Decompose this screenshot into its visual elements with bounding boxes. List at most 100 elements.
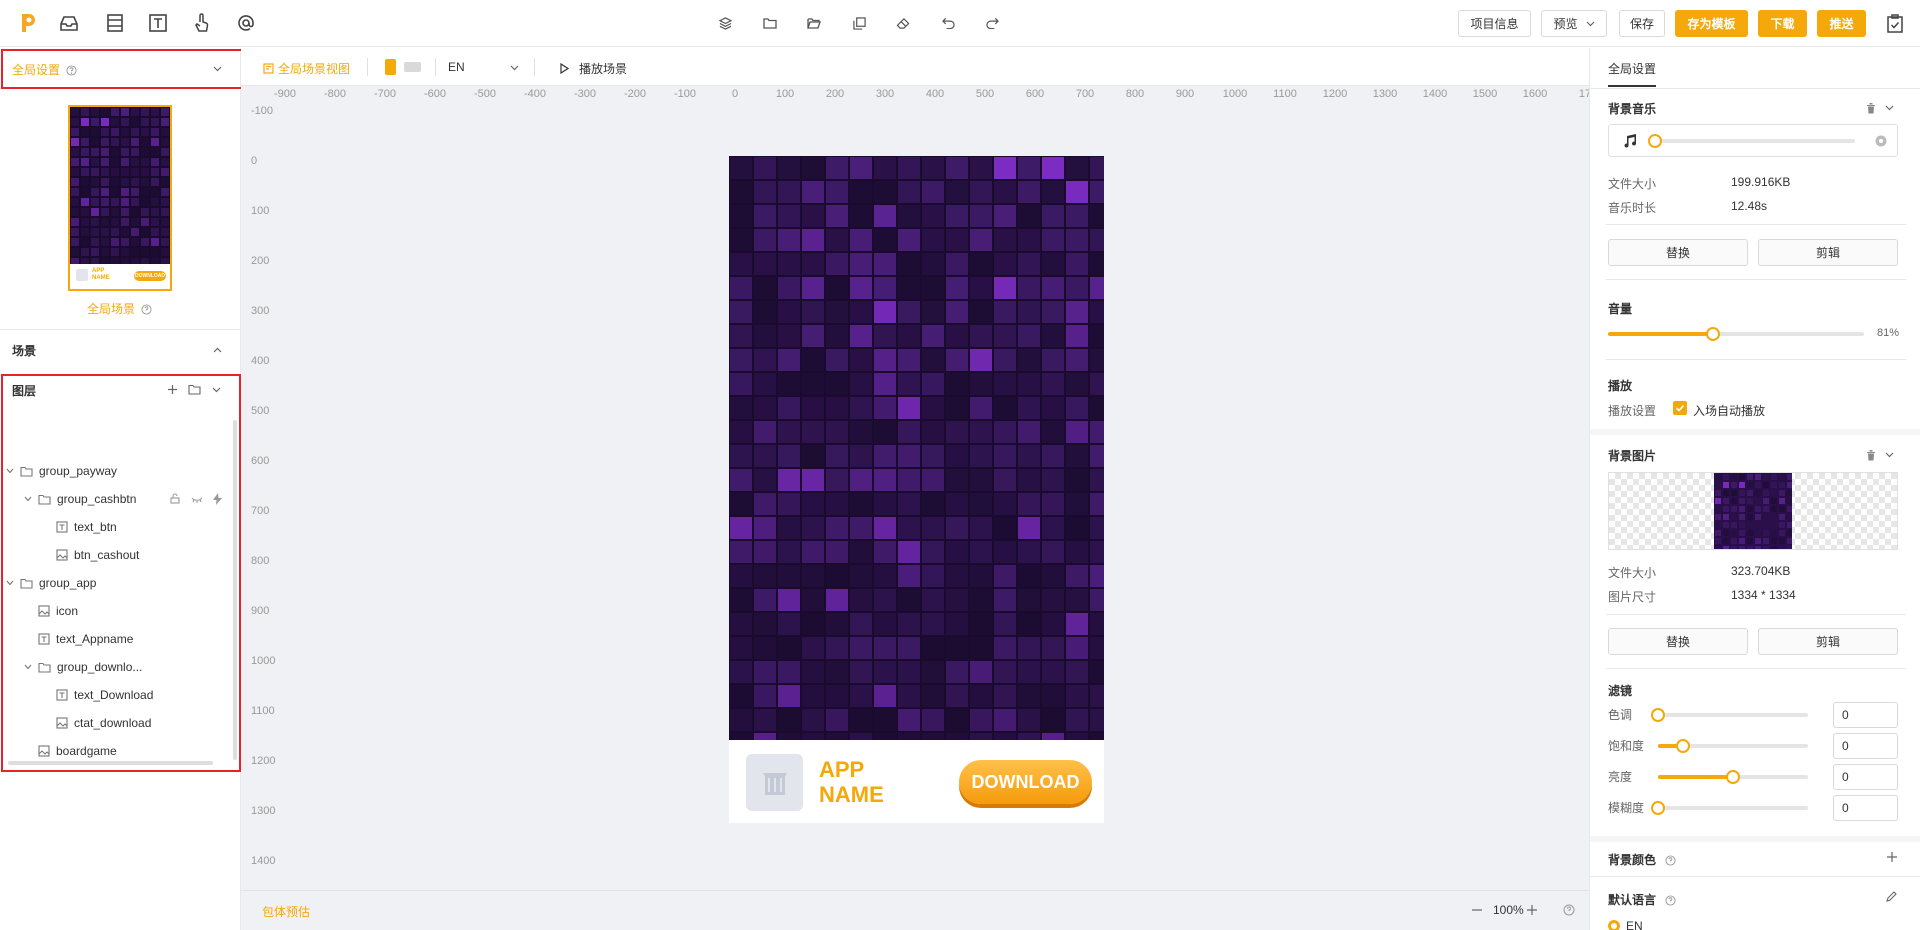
saturation-slider-knob[interactable] [1676,739,1690,753]
clipboard-check-icon[interactable] [1884,12,1906,34]
layout-icon[interactable] [104,12,126,34]
mosaic-tile [730,469,752,491]
color-orange-swatch[interactable] [385,59,396,75]
zoom-out-icon[interactable] [1472,909,1482,911]
hue-slider[interactable] [1651,708,1808,722]
tab-global-settings[interactable]: 全局设置 [1608,60,1656,77]
mosaic-tile [994,349,1016,371]
lock-icon[interactable] [170,493,180,507]
mosaic-tile [970,373,992,395]
music-progress[interactable] [1648,134,1855,148]
chevron-down-icon[interactable] [1885,105,1894,111]
save-template-button[interactable]: 存为模板 [1675,10,1748,37]
layer-item[interactable]: group_payway [6,461,117,481]
tree-h-scrollbar[interactable] [8,761,213,765]
lightning-icon[interactable] [213,493,222,508]
download-cta-button[interactable]: DOWNLOAD [959,760,1092,804]
mosaic-tile [1090,709,1104,731]
folder-open-icon[interactable] [806,15,822,31]
blur-slider-knob[interactable] [1651,801,1665,815]
download-button[interactable]: 下载 [1758,10,1807,37]
layers-icon[interactable] [717,15,733,31]
brightness-input[interactable]: 0 [1833,764,1898,790]
saturation-slider[interactable] [1658,739,1808,753]
push-button[interactable]: 推送 [1817,10,1866,37]
hand-icon[interactable] [191,12,213,34]
undo-icon[interactable] [940,15,956,31]
package-estimate-button[interactable]: 包体预估 [262,903,310,920]
mosaic-tile [1090,565,1104,587]
language-select[interactable]: EN [448,60,519,74]
chevron-down-icon[interactable] [24,496,38,502]
layer-item[interactable]: boardgame [24,741,117,761]
blur-slider[interactable] [1651,801,1808,815]
mosaic-tile [922,541,944,563]
autoplay-checkbox[interactable] [1673,401,1687,415]
hue-input[interactable]: 0 [1833,702,1898,728]
mosaic-tile [946,229,968,251]
layer-item[interactable]: text_Appname [24,629,133,649]
chevron-down-icon[interactable] [24,664,38,670]
mosaic-tile [1739,474,1745,480]
mosaic-tile [730,253,752,275]
mosaic-tile [1090,469,1104,491]
preview-dropdown[interactable]: 预览 [1541,10,1607,37]
mosaic-tile [898,229,920,251]
redo-icon[interactable] [984,15,1000,31]
layer-item[interactable]: ctat_download [42,713,151,733]
layer-item[interactable]: group_app [6,573,96,593]
at-icon[interactable] [235,12,257,34]
trash-icon[interactable] [1866,103,1876,114]
help-icon[interactable] [1563,904,1575,916]
hue-slider-knob[interactable] [1651,708,1665,722]
mosaic-tile [1723,474,1729,480]
mosaic-tile [826,661,848,683]
music-progress-knob[interactable] [1648,134,1662,148]
close-circle-icon[interactable] [1875,135,1887,147]
eye-hidden-icon[interactable] [191,493,203,507]
mosaic-tile [754,709,776,731]
brightness-slider[interactable] [1658,770,1808,784]
mosaic-tile [1731,522,1737,528]
chevron-down-icon[interactable] [6,468,20,474]
color-gray-swatch[interactable] [404,62,421,72]
phone-preview[interactable]: APP NAME DOWNLOAD [729,156,1104,823]
mosaic-tile [802,277,824,299]
image-clip-button[interactable]: 剪辑 [1758,628,1898,655]
mosaic-tile [1731,514,1737,520]
edit-icon[interactable] [1886,891,1897,902]
chevron-down-icon[interactable] [6,580,20,586]
play-scene-button[interactable]: 播放场景 [560,60,627,77]
lang-en-option[interactable]: EN [1608,919,1643,930]
volume-slider-knob[interactable] [1705,327,1720,341]
copy-icon[interactable] [851,15,867,31]
layer-item[interactable]: icon [24,601,78,621]
layer-item[interactable]: text_Download [42,685,153,705]
layer-item[interactable]: group_cashbtn [24,489,136,509]
eraser-icon[interactable] [895,15,911,31]
add-icon[interactable] [1887,852,1897,862]
scene-view-button[interactable]: 全局场景视图 [263,60,350,77]
image-replace-button[interactable]: 替换 [1608,628,1748,655]
music-replace-button[interactable]: 替换 [1608,239,1748,266]
saturation-input[interactable]: 0 [1833,733,1898,759]
brightness-slider-knob[interactable] [1726,770,1740,784]
inbox-icon[interactable] [58,12,80,34]
blur-input[interactable]: 0 [1833,795,1898,821]
folder-icon[interactable] [762,15,778,31]
volume-slider[interactable] [1608,327,1864,341]
project-info-button[interactable]: 项目信息 [1458,10,1531,37]
music-clip-button[interactable]: 剪辑 [1758,239,1898,266]
mosaic-tile [1747,538,1753,544]
chevron-down-icon[interactable] [1885,452,1894,458]
layer-item[interactable]: btn_cashout [42,545,139,565]
save-button[interactable]: 保存 [1619,10,1665,37]
layer-item[interactable]: text_btn [42,517,117,537]
trash-icon[interactable] [1866,450,1876,461]
ruler-v-tick: 700 [251,505,270,517]
zoom-in-icon[interactable] [1527,905,1537,915]
tree-scrollbar[interactable] [233,420,237,760]
bg-image-preview[interactable] [1608,472,1898,550]
layer-item[interactable]: group_downlo... [24,657,142,677]
text-icon[interactable] [147,12,169,34]
